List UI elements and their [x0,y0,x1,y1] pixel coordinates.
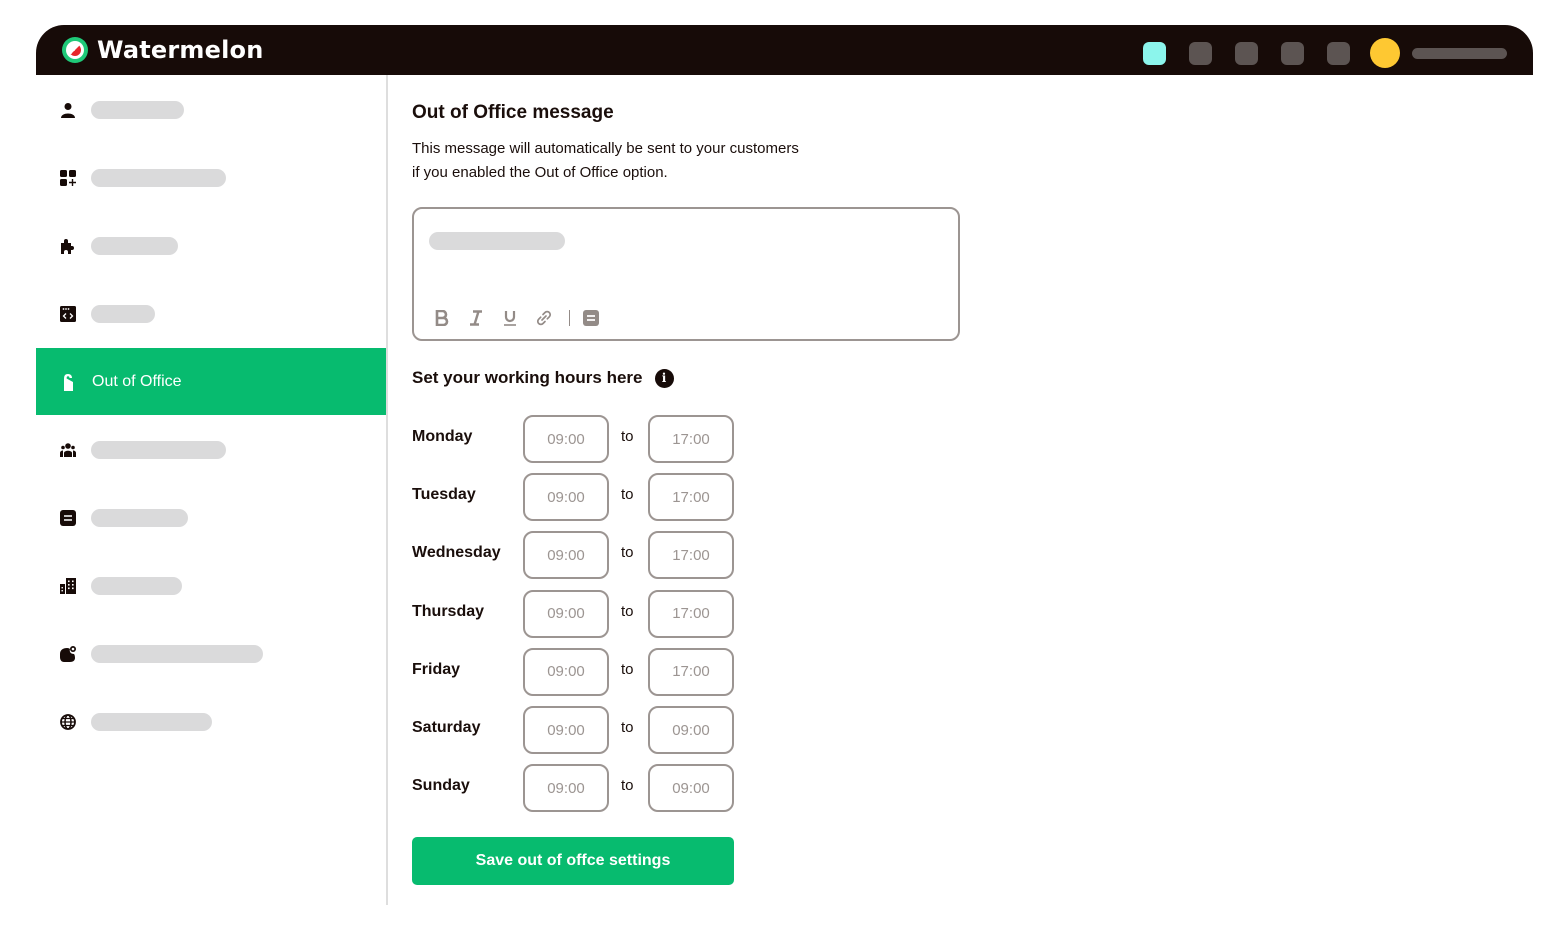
top-bar-button-2[interactable] [1189,41,1212,65]
sidebar-item-notes[interactable] [36,484,386,551]
template-button[interactable] [580,307,602,329]
sidebar: Out of Office [36,75,388,905]
notes-icon [60,509,76,526]
sidebar-item-label-placeholder [91,100,184,119]
username-placeholder[interactable] [1412,47,1507,59]
sidebar-item-team[interactable] [36,416,386,483]
to-label: to [621,777,634,795]
globe-icon [60,713,76,730]
top-bar-button-4[interactable] [1281,41,1304,65]
day-label: Friday [412,660,461,678]
day-label: Wednesday [412,544,501,562]
end-time-input[interactable]: 17:00 [648,589,734,638]
end-time-input[interactable]: 09:00 [648,706,734,754]
notification-badge-icon [60,645,76,662]
link-button[interactable] [533,307,555,329]
working-hours-heading: Set your working hours here i [412,368,674,388]
sidebar-item-embed[interactable] [36,280,386,347]
top-bar-actions [1143,38,1507,68]
start-time-input[interactable]: 09:00 [523,706,609,754]
underline-button[interactable] [499,307,521,329]
description-line-2: if you enabled the Out of Office option. [412,164,668,181]
sidebar-item-label-placeholder [91,712,212,731]
day-label: Tuesday [412,486,476,504]
start-time-input[interactable]: 09:00 [523,589,609,638]
code-window-icon [60,305,76,322]
sidebar-item-profile[interactable] [36,76,386,143]
add-widget-icon [60,169,76,186]
day-row-sunday: Sunday 09:00 to 09:00 [412,764,742,813]
sidebar-item-label-placeholder [91,576,182,595]
italic-button[interactable] [465,307,487,329]
sidebar-item-integrations[interactable] [36,212,386,279]
day-label: Saturday [412,719,481,736]
watermelon-logo-icon [62,37,88,63]
end-time-input[interactable]: 09:00 [648,764,734,813]
day-label: Sunday [412,777,470,795]
end-time-input[interactable]: 17:00 [648,647,734,696]
toolbar-divider [569,310,570,326]
day-row-tuesday: Tuesday 09:00 to 17:00 [412,473,742,522]
sidebar-item-label: Out of Office [92,372,182,390]
sidebar-item-label-placeholder [91,168,226,187]
day-row-saturday: Saturday 09:00 to 09:00 [412,706,742,754]
message-text-placeholder [429,232,565,250]
day-label: Thursday [412,602,485,620]
puzzle-icon [60,238,76,254]
top-bar-button-3[interactable] [1235,41,1258,65]
start-time-input[interactable]: 09:00 [523,415,609,463]
to-label: to [621,602,634,620]
save-settings-button[interactable]: Save out of offce settings [412,837,734,885]
page-description: This message will automatically be sent … [412,137,852,185]
start-time-input[interactable]: 09:00 [523,764,609,813]
sidebar-item-label-placeholder [91,440,226,459]
working-hours-title: Set your working hours here [412,368,643,387]
sidebar-item-out-of-office[interactable]: Out of Office [36,348,386,415]
day-label: Monday [412,428,473,445]
door-hanger-icon [60,373,76,391]
person-icon [60,102,76,118]
sidebar-item-language[interactable] [36,688,386,755]
user-avatar[interactable] [1370,38,1400,68]
to-label: to [621,719,634,736]
sidebar-item-company[interactable] [36,552,386,619]
sidebar-item-label-placeholder [91,236,178,255]
team-icon [60,442,76,458]
sidebar-item-widgets[interactable] [36,144,386,211]
description-line-1: This message will automatically be sent … [412,140,799,157]
end-time-input[interactable]: 17:00 [648,473,734,522]
bold-button[interactable] [431,307,453,329]
to-label: to [621,428,634,445]
start-time-input[interactable]: 09:00 [523,531,609,580]
app-name: Watermelon [97,36,264,64]
top-bar-button-5[interactable] [1327,41,1350,65]
sidebar-item-label-placeholder [91,304,155,323]
to-label: to [621,486,634,504]
sidebar-item-label-placeholder [91,508,188,527]
logo[interactable]: Watermelon [62,36,263,64]
day-row-wednesday: Wednesday 09:00 to 17:00 [412,531,742,580]
sidebar-item-notifications[interactable] [36,620,386,687]
top-bar-button-1[interactable] [1143,41,1166,65]
message-editor[interactable] [412,207,960,341]
start-time-input[interactable]: 09:00 [523,647,609,696]
sidebar-item-label-placeholder [91,644,263,663]
start-time-input[interactable]: 09:00 [523,473,609,522]
to-label: to [621,660,634,678]
day-row-monday: Monday 09:00 to 17:00 [412,415,742,463]
editor-toolbar [431,307,614,329]
info-icon[interactable]: i [654,368,674,388]
page-title: Out of Office message [412,102,614,123]
building-icon [60,577,76,594]
day-row-thursday: Thursday 09:00 to 17:00 [412,589,742,638]
end-time-input[interactable]: 17:00 [648,531,734,580]
end-time-input[interactable]: 17:00 [648,415,734,463]
top-bar: Watermelon [36,25,1533,75]
day-row-friday: Friday 09:00 to 17:00 [412,647,742,696]
to-label: to [621,544,634,562]
